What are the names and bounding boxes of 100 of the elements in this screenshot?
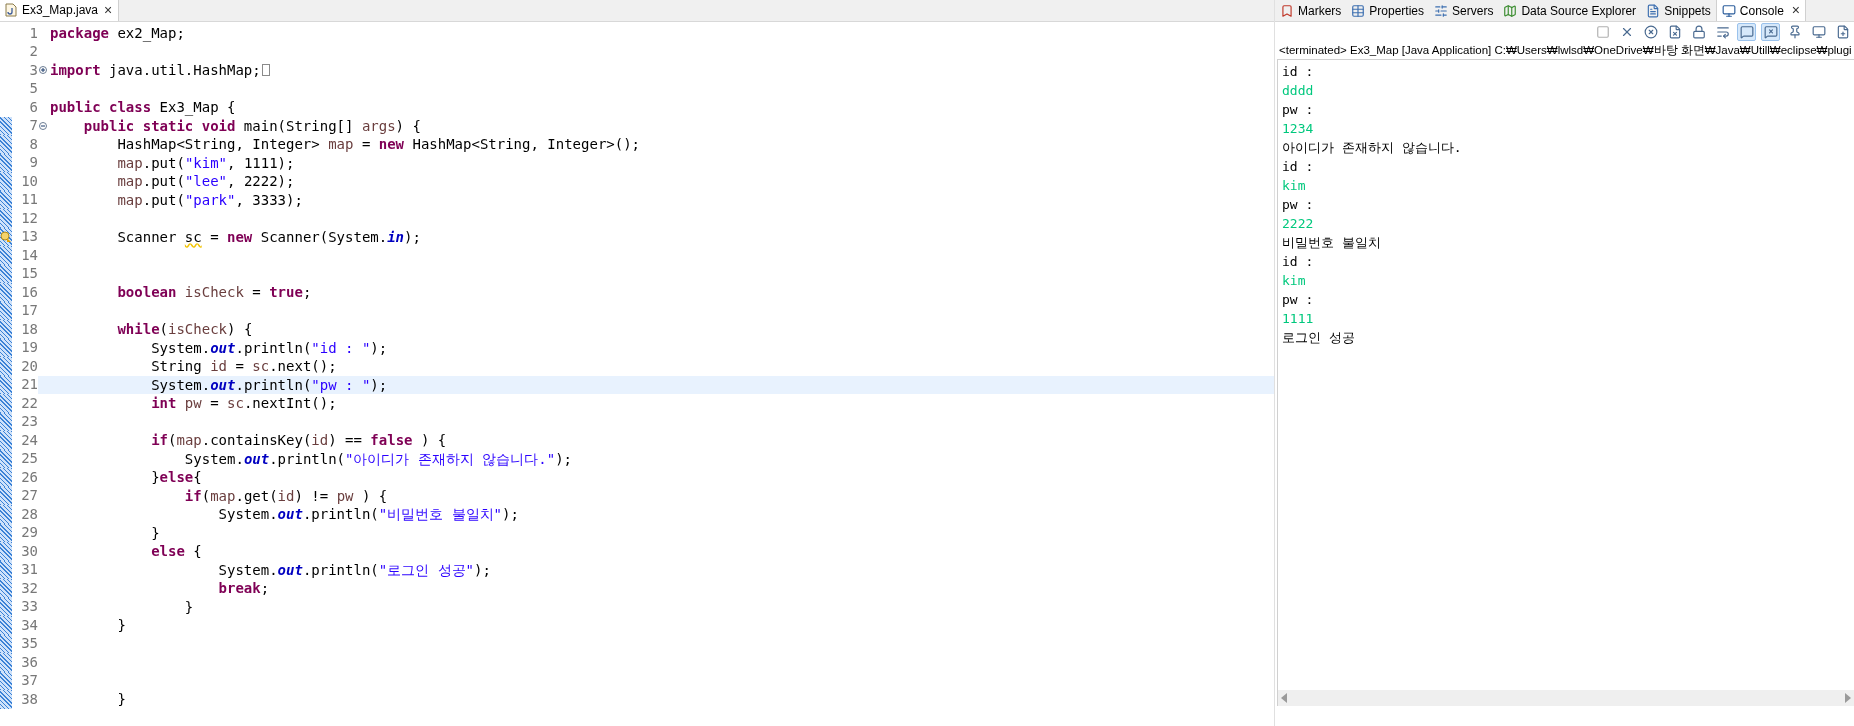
console-line: 아이디가 존재하지 않습니다. — [1282, 138, 1462, 157]
toolbar-button[interactable] — [1761, 23, 1780, 41]
line-number: 6 — [29, 97, 38, 117]
map-icon — [1503, 3, 1518, 18]
line-number: 13 — [21, 227, 38, 247]
editor-tab[interactable]: Ex3_Map.java × — [0, 0, 120, 21]
bookmark-icon — [1280, 3, 1294, 18]
view-tab[interactable]: Markers — [1275, 0, 1347, 21]
code-line: HashMap<String, Integer> map = new HashMap<String, Integer>(); — [116, 135, 641, 154]
document-icon — [1646, 3, 1661, 18]
line-number: 36 — [21, 652, 38, 672]
line-number: 29 — [21, 523, 38, 543]
monitor-icon — [1811, 25, 1826, 39]
sliders-icon — [1434, 3, 1449, 18]
view-tab[interactable]: Console × — [1715, 0, 1807, 21]
document-x-icon — [1667, 25, 1682, 39]
line-number: 38 — [21, 689, 38, 709]
change-ruler-mark — [0, 172, 12, 191]
code-line: System.out.println("로그인 성공"); — [217, 560, 491, 579]
console-line: 로그인 성공 — [1282, 328, 1355, 347]
right-arrow-icon[interactable] — [1844, 693, 1852, 703]
code-line: while(isCheck) { — [116, 320, 253, 339]
code-line: } — [116, 690, 126, 709]
line-number: 10 — [21, 171, 38, 191]
change-ruler-mark — [0, 431, 12, 450]
close-button[interactable]: × — [102, 0, 115, 21]
line-number: 20 — [21, 356, 38, 376]
code-line: } — [116, 616, 126, 635]
folded-code-marker[interactable] — [261, 64, 270, 77]
horizontal-scrollbar[interactable] — [1278, 690, 1854, 706]
line-number: 14 — [21, 245, 38, 265]
change-ruler-mark — [0, 209, 12, 228]
line-number: 17 — [21, 301, 38, 321]
pin-icon — [1787, 25, 1802, 39]
code-line: if(map.get(id) != pw ) { — [183, 486, 388, 505]
line-number: 2 — [29, 42, 38, 62]
collapse-icon[interactable] — [39, 121, 47, 130]
console-line: 2222 — [1282, 214, 1314, 233]
line-number: 22 — [21, 393, 38, 413]
view-tab[interactable]: Servers — [1429, 0, 1499, 21]
change-ruler-mark — [0, 320, 12, 339]
code-line: } — [183, 597, 194, 616]
code-line: }else{ — [150, 468, 202, 487]
lock-icon — [1691, 25, 1706, 39]
change-ruler-mark — [0, 579, 12, 598]
toolbar-button[interactable] — [1737, 23, 1756, 41]
line-number: 27 — [21, 486, 38, 506]
line-number: 11 — [21, 190, 38, 210]
code-line: System.out.println("비밀번호 불일치"); — [217, 505, 519, 524]
console-line: id : — [1282, 157, 1314, 176]
console-line: id : — [1282, 62, 1314, 81]
change-ruler-mark — [0, 283, 12, 302]
line-number: 16 — [21, 282, 38, 302]
close-button[interactable]: × — [1791, 0, 1801, 21]
wrap-icon — [1715, 25, 1730, 39]
line-number: 15 — [21, 264, 38, 284]
tab-title: Ex3_Map.java — [22, 2, 99, 19]
code-line: String id = sc.next(); — [150, 357, 337, 376]
code-line: if(map.containsKey(id) == false ) { — [150, 431, 447, 450]
line-number: 23 — [21, 412, 38, 432]
view-tab[interactable]: Snippets — [1641, 0, 1716, 21]
table-icon — [1351, 3, 1366, 18]
message-x-icon — [1763, 25, 1778, 39]
code-line: else { — [150, 542, 202, 561]
code-line: map.put("park", 3333); — [116, 190, 303, 209]
console-line: 비밀번호 불일치 — [1282, 233, 1381, 252]
code-line: break; — [217, 579, 270, 598]
console-line: id : — [1282, 252, 1314, 271]
console-line: 1234 — [1282, 119, 1314, 138]
code-line: import java.util.HashMap; — [50, 61, 261, 80]
expand-icon[interactable] — [39, 66, 47, 75]
line-number: 32 — [21, 578, 38, 598]
view-tab[interactable]: Data Source Explorer — [1498, 0, 1642, 21]
change-ruler-mark — [0, 690, 12, 709]
code-line: public static void main(String[] args) { — [82, 116, 421, 135]
line-number: 34 — [21, 615, 38, 635]
code-line: package ex2_Map; — [50, 24, 185, 43]
console-line: dddd — [1282, 81, 1314, 100]
monitor-icon — [1721, 3, 1736, 18]
message-icon — [1739, 25, 1754, 39]
line-number: 9 — [29, 153, 38, 173]
line-number: 35 — [21, 634, 38, 654]
console-line: 1111 — [1282, 309, 1314, 328]
change-ruler-mark — [0, 505, 12, 524]
change-ruler-mark — [0, 653, 12, 672]
code-line: } — [150, 523, 160, 542]
line-number: 3 — [29, 60, 38, 80]
code-line: map.put("kim", 1111); — [116, 153, 295, 172]
view-tab[interactable]: Properties — [1346, 0, 1430, 21]
circle-x-icon — [1643, 25, 1658, 39]
change-ruler-mark — [0, 468, 12, 487]
code-line: System.out.println("pw : "); — [150, 375, 388, 394]
change-ruler-mark — [0, 394, 12, 413]
left-arrow-icon[interactable] — [1280, 693, 1288, 703]
code-line: map.put("lee", 2222); — [116, 172, 295, 191]
line-number: 19 — [21, 338, 38, 358]
console-line: kim — [1282, 176, 1306, 195]
line-number: 31 — [21, 560, 38, 580]
line-number: 37 — [21, 671, 38, 691]
change-ruler-mark — [0, 616, 12, 635]
